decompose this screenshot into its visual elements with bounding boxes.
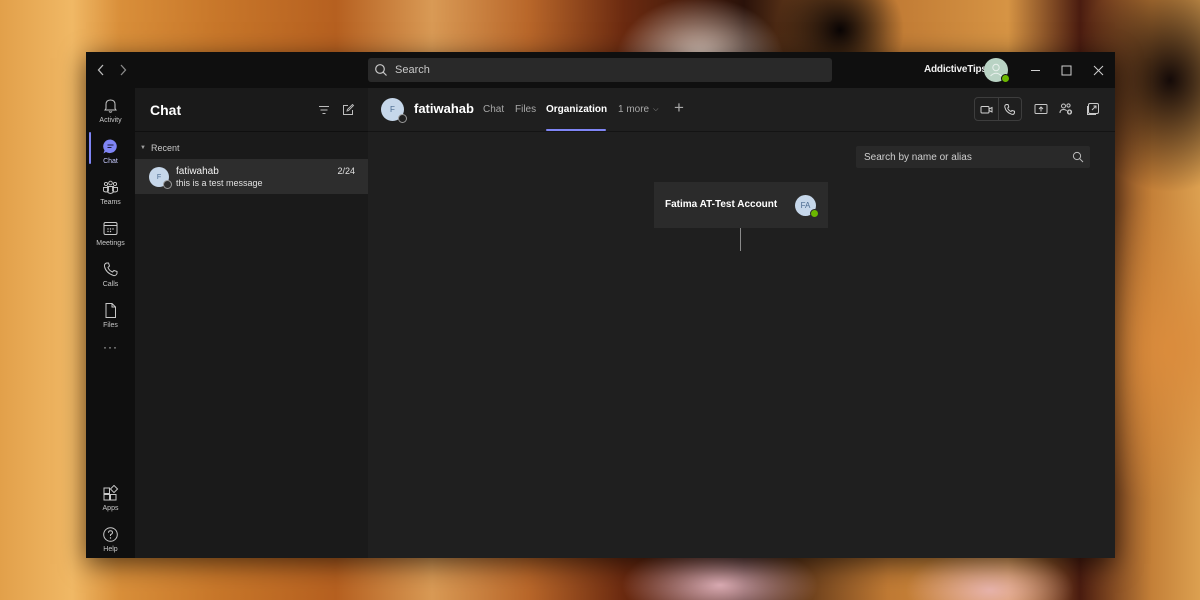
call-button-group xyxy=(974,97,1022,121)
rail-item-files[interactable]: Files xyxy=(86,299,135,339)
new-chat-icon[interactable] xyxy=(341,103,355,117)
rail-item-meetings[interactable]: Meetings xyxy=(86,217,135,257)
tab-organization[interactable]: Organization xyxy=(546,104,607,115)
teams-window: AddictiveTips Activity Chat Teams xyxy=(86,52,1115,558)
filter-icon[interactable] xyxy=(317,103,331,117)
back-button[interactable] xyxy=(92,61,110,79)
org-chart-connector xyxy=(740,228,741,251)
chevron-down-icon: ⌵ xyxy=(653,105,659,113)
rail-item-calls[interactable]: Calls xyxy=(86,258,135,298)
tab-files[interactable]: Files xyxy=(515,104,536,115)
maximize-icon xyxy=(1061,65,1071,75)
bell-icon xyxy=(104,99,117,113)
search-icon xyxy=(1072,151,1084,163)
org-search-box[interactable] xyxy=(856,146,1090,168)
tab-more-label: 1 more xyxy=(618,104,650,115)
calendar-icon xyxy=(103,222,118,235)
conversation-avatar[interactable]: F xyxy=(381,98,407,123)
title-bar: AddictiveTips xyxy=(86,52,1115,88)
teams-icon xyxy=(103,180,118,194)
rail-item-apps[interactable]: Apps xyxy=(86,482,135,522)
presence-available-badge xyxy=(1001,74,1010,83)
rail-label: Meetings xyxy=(96,240,125,247)
rail-label: Apps xyxy=(102,505,119,512)
chat-list-panel: Chat ▼ Recent F fatiwahab this is a test… xyxy=(135,88,368,558)
rail-item-help[interactable]: Help xyxy=(86,523,135,558)
rail-label: Teams xyxy=(100,199,121,206)
chat-panel-header: Chat xyxy=(135,88,368,132)
global-search[interactable] xyxy=(368,58,832,82)
add-tab-button[interactable]: + xyxy=(674,99,684,116)
add-people-icon[interactable] xyxy=(1059,102,1073,116)
apps-icon xyxy=(103,485,119,501)
recent-section-toggle[interactable]: ▼ Recent xyxy=(140,143,179,153)
phone-icon xyxy=(103,262,118,277)
chat-icon xyxy=(103,139,117,154)
chat-item-date: 2/24 xyxy=(337,166,355,176)
chevron-left-icon xyxy=(97,64,104,76)
pop-out-icon[interactable] xyxy=(1086,102,1100,116)
conversation-header: F fatiwahab Chat Files Organization 1 mo… xyxy=(368,88,1115,132)
presence-offline-badge xyxy=(398,114,407,123)
close-button[interactable] xyxy=(1088,60,1108,80)
minimize-button[interactable] xyxy=(1025,60,1045,80)
person-avatar: FA xyxy=(795,195,819,218)
search-icon xyxy=(375,64,387,76)
video-camera-icon xyxy=(980,105,993,113)
rail-label: Chat xyxy=(103,158,118,165)
rail-label: Calls xyxy=(102,281,119,288)
rail-item-teams[interactable]: Teams xyxy=(86,176,135,216)
person-name: Fatima AT-Test Account xyxy=(665,199,778,210)
recent-section-label: Recent xyxy=(150,143,180,153)
file-icon xyxy=(105,303,116,318)
rail-item-chat[interactable]: Chat xyxy=(86,135,135,175)
avatar-initial: F xyxy=(390,105,395,114)
presence-offline-badge xyxy=(163,180,172,189)
audio-call-button[interactable] xyxy=(997,98,1021,120)
minimize-icon xyxy=(1030,69,1040,71)
chevron-right-icon xyxy=(120,64,127,76)
global-search-input[interactable] xyxy=(395,64,795,76)
phone-icon xyxy=(1004,103,1016,115)
close-icon xyxy=(1093,65,1103,75)
rail-label: Activity xyxy=(99,117,122,124)
active-tab-indicator xyxy=(546,129,606,131)
rail-label: Files xyxy=(103,322,118,329)
chat-item-name: fatiwahab xyxy=(176,166,219,177)
conversation-name[interactable]: fatiwahab xyxy=(414,101,474,116)
tab-chat[interactable]: Chat xyxy=(483,104,504,115)
more-icon: ··· xyxy=(103,340,118,354)
org-search-input[interactable] xyxy=(864,151,1064,163)
app-rail: Activity Chat Teams Meetings Calls Files… xyxy=(86,88,135,558)
presence-available-badge xyxy=(810,209,819,218)
avatar-initial: F xyxy=(156,173,162,181)
user-avatar[interactable] xyxy=(984,58,1010,83)
chat-panel-title: Chat xyxy=(150,102,182,118)
chat-item-preview: this is a test message xyxy=(176,178,263,188)
more-apps-button[interactable]: ··· xyxy=(86,340,135,362)
video-call-button[interactable] xyxy=(975,98,998,120)
caret-down-icon: ▼ xyxy=(140,145,146,151)
org-chart-person-card[interactable]: Fatima AT-Test Account FA xyxy=(654,182,828,228)
avatar: F xyxy=(149,167,172,189)
rail-item-activity[interactable]: Activity xyxy=(86,94,135,134)
user-name: AddictiveTips xyxy=(924,64,987,75)
chat-list-item[interactable]: F fatiwahab this is a test message 2/24 xyxy=(135,159,368,194)
help-icon xyxy=(103,527,118,542)
share-screen-icon[interactable] xyxy=(1034,102,1048,116)
rail-label: Help xyxy=(103,546,118,553)
avatar-initials: FA xyxy=(800,201,811,210)
forward-button[interactable] xyxy=(114,61,132,79)
maximize-button[interactable] xyxy=(1056,60,1076,80)
tab-more-dropdown[interactable]: 1 more ⌵ xyxy=(618,104,658,115)
conversation-pane: F fatiwahab Chat Files Organization 1 mo… xyxy=(368,88,1115,558)
